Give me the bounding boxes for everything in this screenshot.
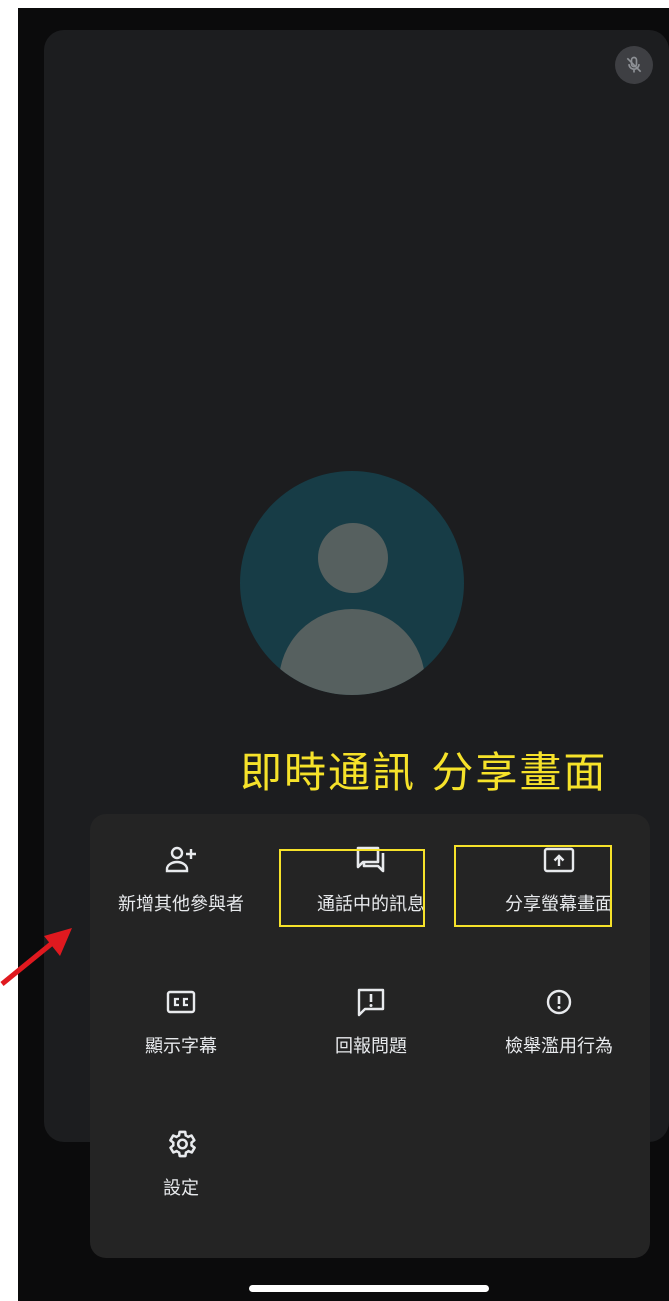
annotation-arrow-icon bbox=[0, 928, 72, 986]
add-participants-button[interactable]: 新增其他參與者 bbox=[96, 834, 266, 934]
report-icon bbox=[542, 986, 576, 1018]
report-abuse-button[interactable]: 檢舉濫用行為 bbox=[474, 976, 644, 1076]
show-captions-button[interactable]: 顯示字幕 bbox=[96, 976, 266, 1076]
settings-gear-icon bbox=[164, 1128, 198, 1160]
person-add-icon bbox=[164, 844, 198, 876]
report-problem-button[interactable]: 回報問題 bbox=[286, 976, 456, 1076]
in-call-messages-label: 通話中的訊息 bbox=[317, 894, 425, 915]
add-participants-label: 新增其他參與者 bbox=[118, 894, 244, 915]
screen-share-icon bbox=[542, 844, 576, 876]
feedback-icon bbox=[354, 986, 388, 1018]
avatar-body bbox=[279, 609, 425, 695]
settings-label: 設定 bbox=[163, 1178, 199, 1199]
share-screen-button[interactable]: 分享螢幕畫面 bbox=[474, 834, 644, 934]
home-indicator[interactable] bbox=[249, 1285, 489, 1292]
in-call-messages-button[interactable]: 通話中的訊息 bbox=[286, 834, 456, 934]
settings-button[interactable]: 設定 bbox=[96, 1118, 266, 1218]
avatar-head bbox=[318, 523, 388, 593]
report-abuse-label: 檢舉濫用行為 bbox=[505, 1036, 613, 1057]
annotation-caption: 即時通訊 分享畫面 bbox=[240, 748, 608, 797]
share-screen-label: 分享螢幕畫面 bbox=[505, 894, 613, 915]
person-avatar-icon bbox=[240, 471, 464, 695]
report-problem-label: 回報問題 bbox=[335, 1036, 407, 1057]
chat-icon bbox=[354, 844, 388, 876]
phone-screen: 房 新增其他參與者 通話中的訊息 bbox=[18, 8, 669, 1301]
mic-off-icon bbox=[615, 46, 653, 84]
more-options-sheet: 新增其他參與者 通話中的訊息 分享螢幕畫面 顯示字幕 回報問題 檢舉濫用行為 設… bbox=[90, 814, 650, 1258]
closed-caption-icon bbox=[164, 986, 198, 1018]
show-captions-label: 顯示字幕 bbox=[145, 1036, 217, 1057]
